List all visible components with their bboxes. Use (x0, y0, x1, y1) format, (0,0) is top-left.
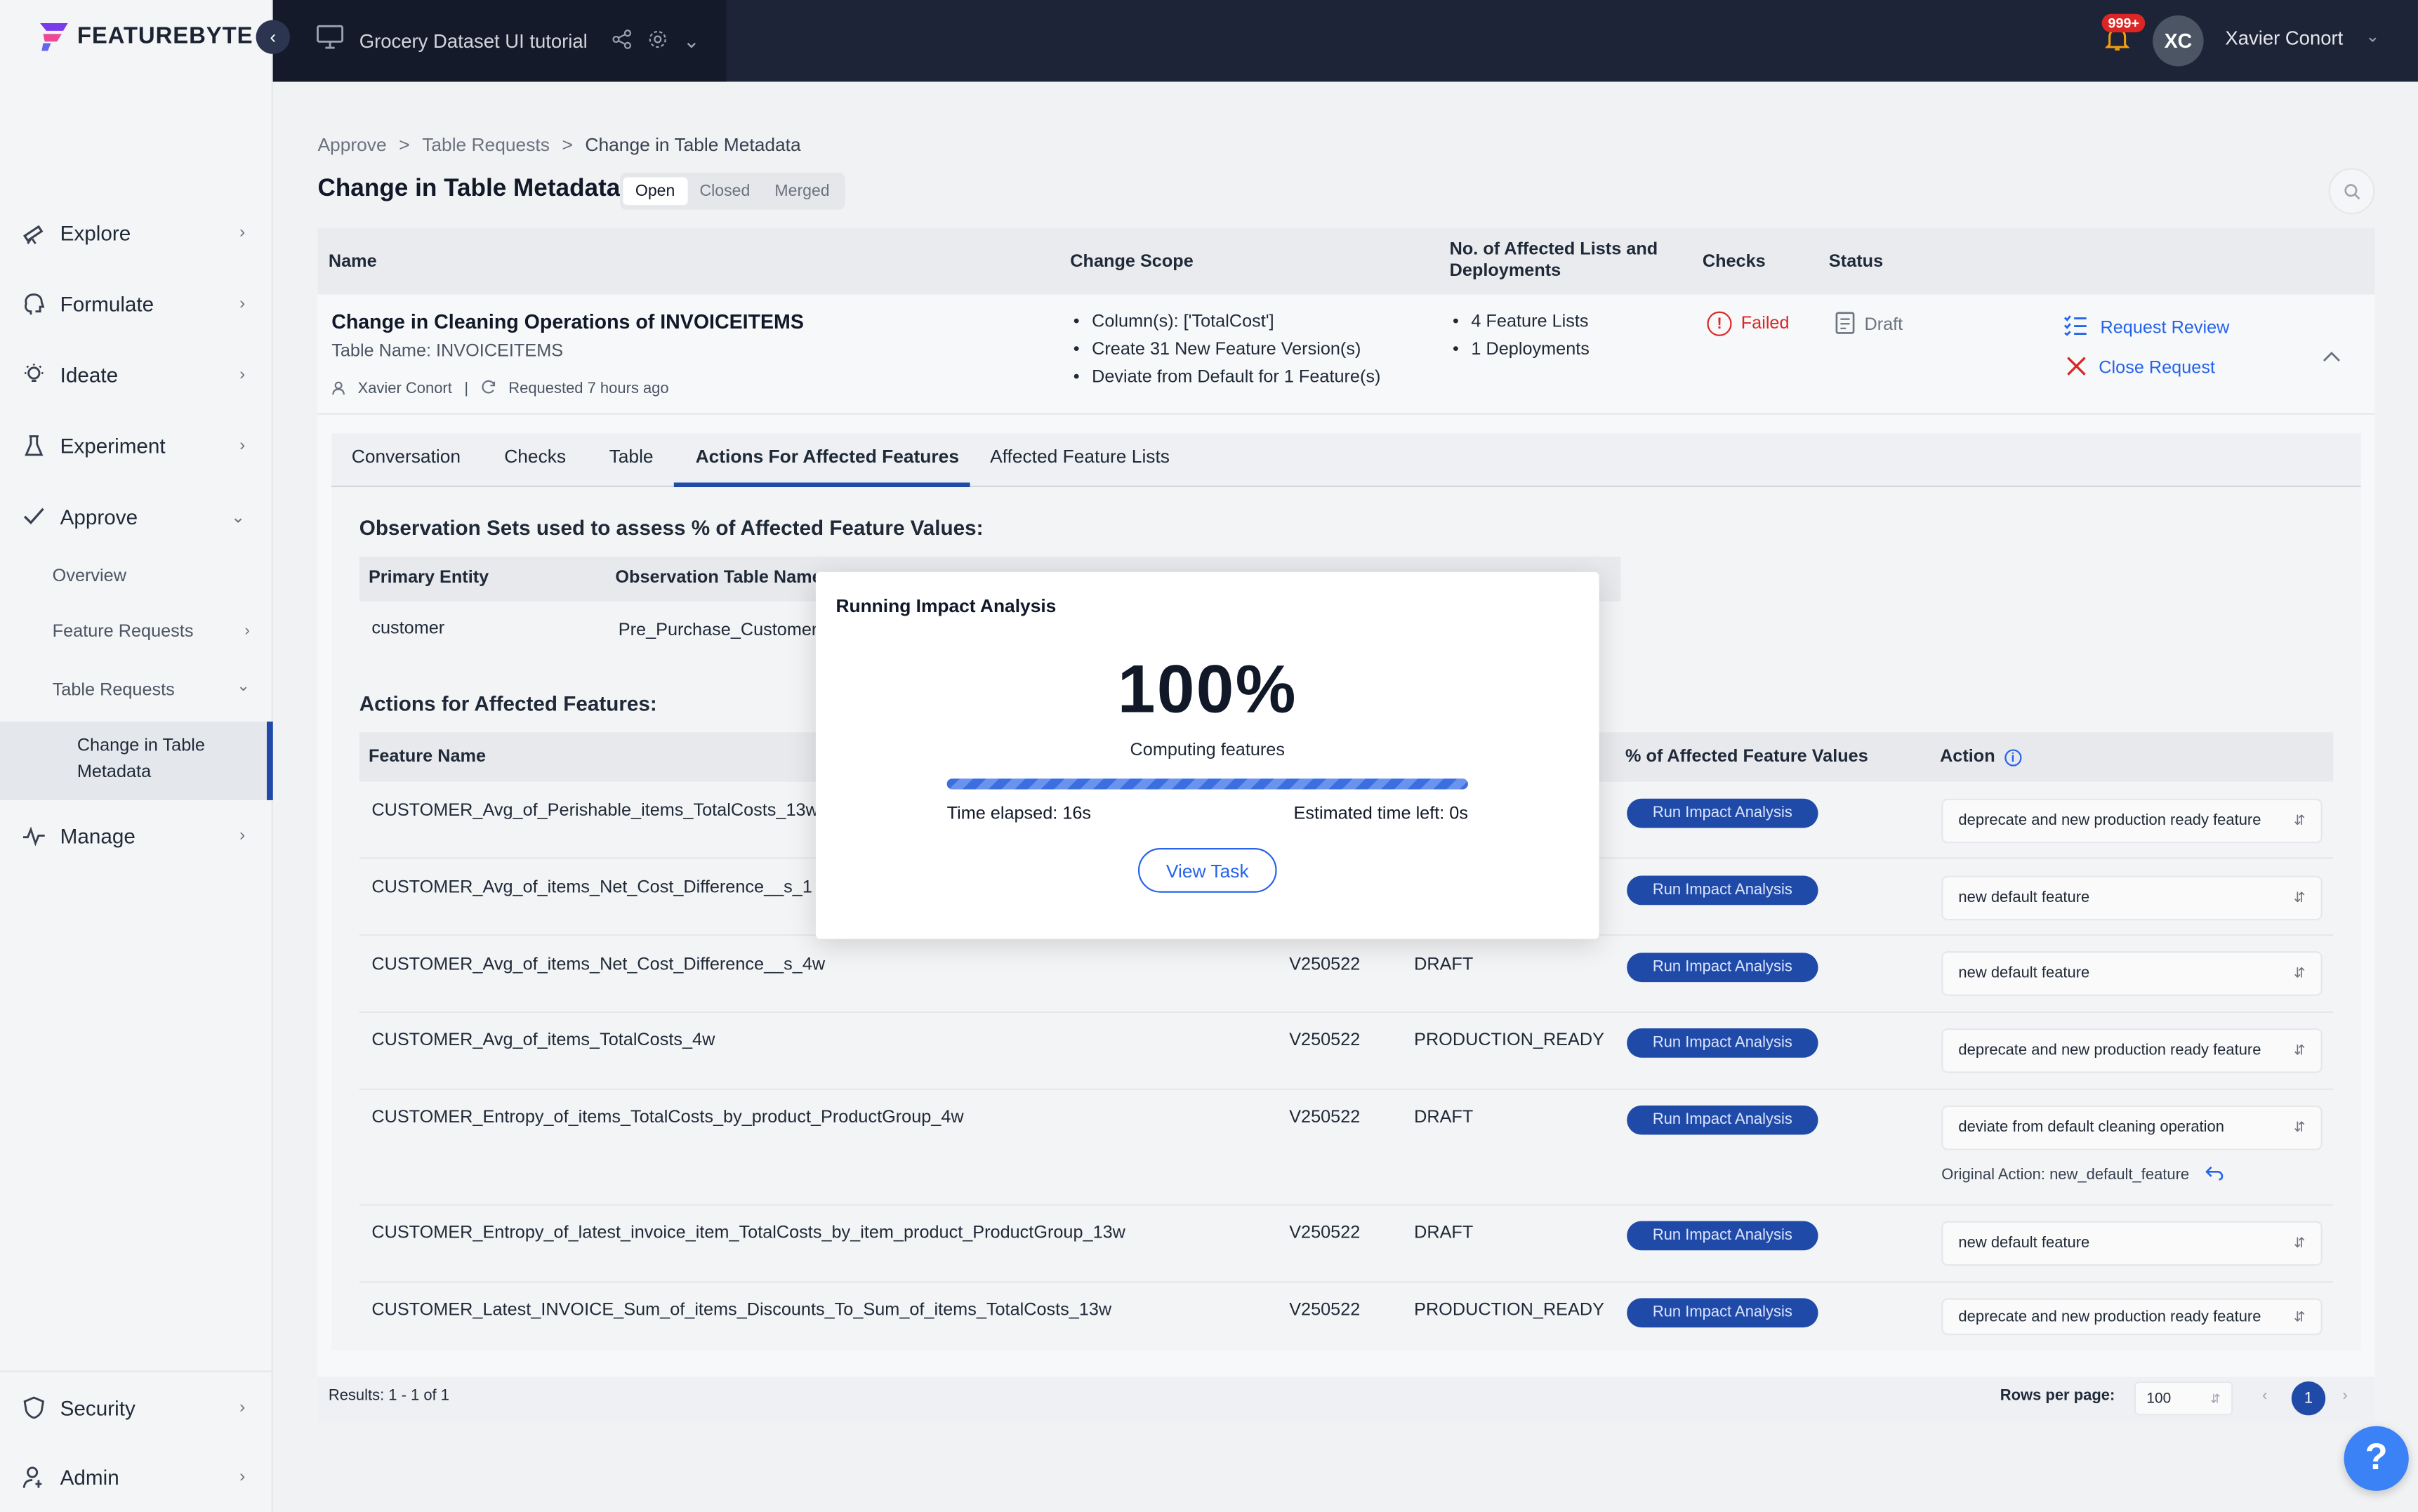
progress-bar (946, 778, 1468, 790)
impact-analysis-modal: Running Impact Analysis 100% Computing f… (815, 571, 1599, 939)
time-remaining: Estimated time left: 0s (1293, 804, 1468, 823)
collapse-sidebar-button[interactable]: ‹ (256, 20, 290, 54)
progress-subtitle: Computing features (1130, 741, 1286, 760)
modal-title: Running Impact Analysis (835, 595, 1057, 617)
progress-percent: 100% (1117, 652, 1297, 728)
time-elapsed: Time elapsed: 16s (946, 804, 1092, 823)
view-task-button[interactable]: View Task (1137, 848, 1277, 893)
chevron-left-icon: ‹ (270, 26, 277, 48)
progress-fill (946, 778, 1468, 790)
